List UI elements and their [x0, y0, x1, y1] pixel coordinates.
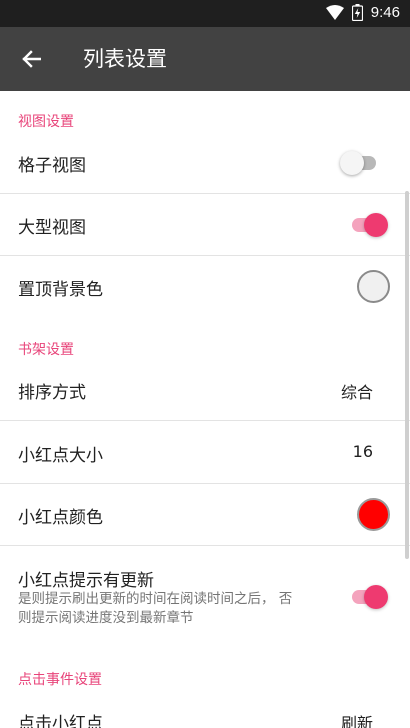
setting-grid-view[interactable]: 格子视图 [0, 132, 410, 194]
setting-pin-bg-color[interactable]: 置顶背景色 [0, 256, 410, 318]
setting-dot-update[interactable]: 小红点提示有更新 是则提示刷出更新的时间在阅读时间之后， 否则提示阅读进度没到最… [0, 546, 410, 637]
status-bar: 9:46 [0, 0, 410, 27]
setting-sort[interactable]: 排序方式 综合 [0, 359, 410, 421]
setting-dot-color[interactable]: 小红点颜色 [0, 484, 410, 546]
sort-value: 综合 [340, 383, 373, 402]
setting-label: 小红点颜色 [18, 508, 103, 528]
setting-summary: 是则提示刷出更新的时间在阅读时间之后， 否则提示阅读进度没到最新章节 [18, 591, 293, 626]
click-dot-value: 刷新 [340, 714, 373, 728]
toggle-thumb [364, 213, 388, 237]
setting-click-dot[interactable]: 点击小红点 刷新 [0, 691, 410, 728]
section-header-view: 视图设置 [18, 114, 74, 130]
app-bar: 列表设置 [0, 27, 410, 91]
dot-size-value: 16 [352, 442, 373, 461]
setting-label: 小红点提示有更新 [18, 571, 154, 591]
arrow-left-icon [22, 50, 41, 68]
setting-label: 点击小红点 [18, 714, 103, 728]
setting-label: 置顶背景色 [18, 280, 103, 300]
battery-charging-icon [351, 4, 363, 21]
section-header-shelf: 书架设置 [18, 342, 74, 358]
grid-view-toggle[interactable] [340, 150, 380, 176]
section-header-click: 点击事件设置 [18, 672, 102, 688]
toggle-thumb [340, 151, 364, 175]
pin-bg-color-swatch[interactable] [357, 270, 390, 303]
settings-list[interactable]: 视图设置 格子视图 大型视图 置顶背景色 书架设置 排序方式 综合 小红点大小 … [0, 91, 410, 728]
setting-dot-size[interactable]: 小红点大小 16 [0, 421, 410, 484]
setting-label: 大型视图 [18, 218, 86, 238]
scrollbar[interactable] [405, 191, 409, 559]
status-time: 9:46 [370, 4, 400, 21]
setting-label: 排序方式 [18, 383, 86, 403]
dot-color-swatch[interactable] [357, 498, 390, 531]
page-title: 列表设置 [83, 47, 167, 71]
back-button[interactable] [16, 45, 46, 73]
large-view-toggle[interactable] [348, 212, 388, 238]
setting-label: 格子视图 [18, 156, 86, 176]
toggle-thumb [364, 585, 388, 609]
setting-label: 小红点大小 [18, 446, 103, 466]
setting-large-view[interactable]: 大型视图 [0, 194, 410, 256]
wifi-icon [325, 5, 344, 20]
dot-update-toggle[interactable] [348, 584, 388, 610]
